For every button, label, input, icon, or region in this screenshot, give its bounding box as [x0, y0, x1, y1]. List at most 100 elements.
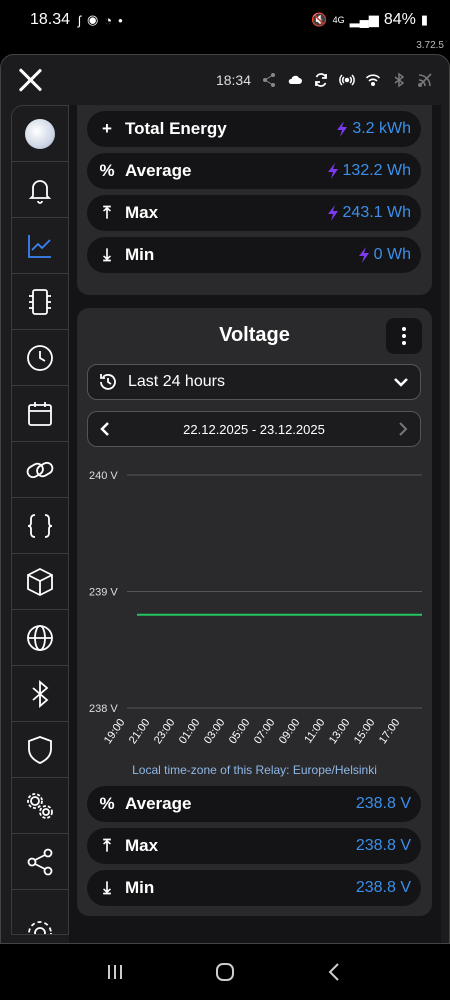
sidebar-item-security[interactable] — [12, 722, 68, 778]
sidebar — [11, 105, 69, 935]
arrow-up-bar-icon: ⤒ — [103, 203, 111, 222]
refresh-icon[interactable] — [313, 72, 329, 88]
stat-value: 3.2 kWh — [352, 120, 411, 137]
link-icon — [26, 461, 54, 478]
sidebar-item-statistics[interactable] — [12, 218, 68, 274]
bolt-icon — [337, 121, 348, 137]
sync-notification-icon: ◉ — [86, 12, 99, 27]
status-time: 18.34 — [30, 11, 71, 28]
sidebar-item-scripts[interactable] — [12, 498, 68, 554]
sidebar-item-share[interactable] — [12, 834, 68, 890]
voltage-chart: 240 V 239 V 238 V 19:00 21:00 23:00 01:00 03:00… — [89, 470, 422, 746]
stat-label: Min — [125, 878, 155, 897]
bolt-icon — [327, 205, 338, 221]
voltage-card: Voltage Last 24 hours 22.12.2025 - 23.12… — [77, 308, 432, 916]
sidebar-item-network[interactable] — [12, 610, 68, 666]
globe-icon — [27, 624, 53, 651]
card-title: Voltage — [219, 324, 290, 346]
sidebar-item-avatar[interactable] — [12, 106, 68, 162]
status-bar: 18.34 ʃ ◉ ◔ • 🔇 4G ▂▄▆ 84% ▮ — [0, 0, 450, 40]
energy-card: + Total Energy 3.2 kWh % Average 132.2 W… — [77, 105, 432, 295]
stat-row-max: ⤒ Max 243.1 Wh — [87, 195, 421, 231]
x-tick-label: 11:00 — [302, 717, 327, 746]
stat-row-voltage-max: ⤒ Max 238.8 V — [87, 828, 421, 864]
x-tick-label: 09:00 — [277, 717, 303, 746]
home-icon[interactable] — [213, 960, 237, 984]
stat-value: 238.8 V — [355, 795, 411, 812]
rss-icon[interactable] — [417, 72, 433, 88]
gear-icon — [28, 920, 52, 934]
arrow-down-bar-icon: ⤓ — [103, 245, 111, 264]
history-icon — [100, 374, 116, 390]
calendar-icon — [28, 401, 52, 426]
more-options-button[interactable] — [386, 318, 422, 354]
shield-icon — [28, 735, 52, 764]
stat-label: Min — [125, 245, 155, 264]
bluetooth-status-icon[interactable] — [391, 72, 407, 88]
x-tick-label: 21:00 — [127, 717, 153, 746]
stat-label: Average — [125, 161, 192, 180]
share-icon[interactable] — [261, 72, 277, 88]
x-tick-label: 05:00 — [227, 717, 253, 746]
x-tick-label: 01:00 — [177, 717, 203, 746]
recent-apps-icon[interactable] — [103, 960, 127, 984]
more-dot-icon: • — [118, 12, 123, 28]
sidebar-item-calendar[interactable] — [12, 386, 68, 442]
kebab-dot — [402, 327, 406, 331]
cloud-icon[interactable] — [287, 72, 303, 88]
sidebar-item-settings[interactable] — [12, 778, 68, 834]
chevron-left-icon[interactable] — [98, 421, 114, 437]
date-navigator: 22.12.2025 - 23.12.2025 — [87, 411, 421, 447]
share-icon — [27, 848, 53, 875]
messenger-icon: ◔ — [104, 12, 113, 28]
app-notification-icon: ʃ — [78, 12, 81, 28]
percent-icon: % — [99, 794, 115, 813]
sidebar-item-system[interactable] — [12, 890, 68, 934]
time-range-select[interactable]: Last 24 hours — [87, 364, 421, 400]
settings-gears-icon — [27, 792, 53, 819]
sidebar-item-link[interactable] — [12, 442, 68, 498]
arrow-down-bar-icon: ⤓ — [103, 878, 111, 897]
x-tick-label: 15:00 — [352, 717, 378, 746]
stat-row-average: % Average 132.2 Wh — [87, 153, 421, 189]
x-tick-label: 19:00 — [102, 717, 128, 746]
bluetooth-icon — [32, 679, 49, 708]
percent-icon: % — [99, 161, 115, 180]
battery-percent: 84% — [383, 11, 416, 28]
x-tick-label: 07:00 — [252, 717, 278, 746]
main-content: + Total Energy 3.2 kWh % Average 132.2 W… — [69, 105, 441, 943]
clock-icon — [27, 344, 53, 371]
sidebar-item-components[interactable] — [12, 554, 68, 610]
stat-value: 243.1 Wh — [342, 204, 411, 221]
app-version: 3.72.5 — [416, 40, 444, 51]
stat-row-total-energy: + Total Energy 3.2 kWh — [87, 111, 421, 147]
bolt-icon — [327, 163, 338, 179]
y-tick-label: 239 V — [89, 587, 118, 599]
broadcast-icon[interactable] — [339, 72, 355, 88]
sidebar-item-schedule[interactable] — [12, 330, 68, 386]
sidebar-item-bluetooth[interactable] — [12, 666, 68, 722]
chevron-down-icon — [394, 378, 408, 387]
close-button[interactable] — [17, 67, 43, 93]
date-range: 22.12.2025 - 23.12.2025 — [183, 421, 325, 437]
arrow-up-bar-icon: ⤒ — [103, 836, 111, 855]
x-tick-label: 17:00 — [377, 717, 403, 746]
chevron-right-icon[interactable] — [394, 421, 410, 437]
wifi-icon[interactable] — [365, 72, 381, 88]
stat-value: 238.8 V — [355, 837, 411, 854]
sidebar-item-notifications[interactable] — [12, 162, 68, 218]
top-bar: 18:34 — [1, 55, 449, 105]
sidebar-item-device[interactable] — [12, 274, 68, 330]
stat-value: 0 Wh — [373, 246, 411, 263]
stat-value: 238.8 V — [355, 879, 411, 896]
stat-row-min: ⤓ Min 0 Wh — [87, 237, 421, 273]
bell-icon — [28, 179, 52, 204]
x-tick-label: 03:00 — [202, 717, 228, 746]
avatar[interactable] — [25, 118, 55, 149]
x-tick-label: 13:00 — [327, 717, 353, 746]
stat-row-voltage-average: % Average 238.8 V — [87, 786, 421, 822]
back-icon[interactable] — [323, 960, 347, 984]
signal-icon: ▂▄▆ — [349, 12, 379, 27]
device-icon — [29, 288, 51, 315]
network-type: 4G — [332, 15, 345, 25]
